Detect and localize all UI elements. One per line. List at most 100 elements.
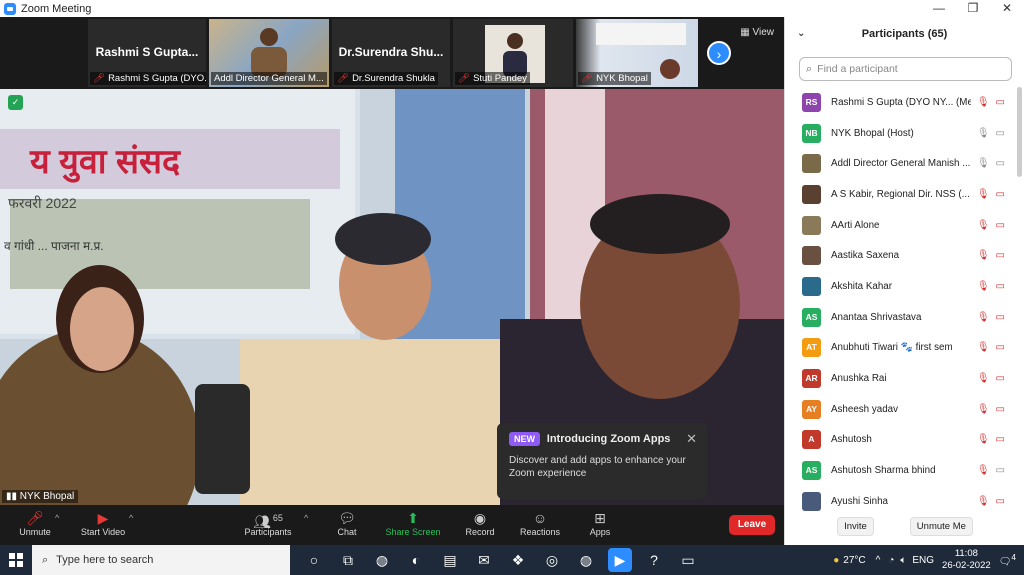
dropbox-icon[interactable]: ❖ bbox=[506, 548, 530, 572]
unmute-me-button[interactable]: Unmute Me bbox=[909, 517, 973, 536]
cortana-icon[interactable]: ○ bbox=[302, 548, 326, 572]
video-off-icon[interactable]: ▭ bbox=[996, 189, 1005, 200]
participants-button[interactable]: 👥︎ 65 Participants bbox=[233, 509, 303, 537]
invite-button[interactable]: Invite bbox=[837, 517, 874, 536]
participant-name: Addl Director General Manish ... bbox=[831, 158, 971, 170]
banner-caption: व गांधी ... पाजना म.प्र. bbox=[4, 239, 104, 253]
participant-row[interactable]: Ayushi Sinha 🎙︎ ▭ bbox=[785, 486, 1017, 511]
mail-icon[interactable]: ✉ bbox=[472, 548, 496, 572]
mic-muted-icon[interactable]: 🎙︎ bbox=[977, 342, 990, 353]
chat-button[interactable]: 💬︎ Chat bbox=[312, 509, 382, 537]
participant-name: Akshita Kahar bbox=[831, 280, 892, 292]
restore-icon[interactable]: ❐ bbox=[956, 0, 990, 17]
clock[interactable]: 11:08 26-02-2022 bbox=[942, 548, 991, 572]
participant-row[interactable]: AS Ashutosh Sharma bhind 🎙︎ ▭ bbox=[785, 455, 1017, 486]
video-off-icon[interactable]: ▭ bbox=[996, 312, 1005, 323]
video-off-icon[interactable]: ▭ bbox=[996, 250, 1005, 261]
video-off-icon[interactable]: ▭ bbox=[996, 404, 1005, 415]
file-explorer-icon[interactable]: ▤ bbox=[438, 548, 462, 572]
participant-row[interactable]: AR Anushka Rai 🎙︎ ▭ bbox=[785, 363, 1017, 394]
video-icon[interactable]: ▭ bbox=[996, 465, 1005, 476]
chrome-icon[interactable]: ◍ bbox=[370, 548, 394, 572]
minimize-icon[interactable]: — bbox=[922, 0, 956, 17]
unmute-button[interactable]: 🎤︎ Unmute bbox=[0, 509, 70, 537]
notes-icon[interactable]: ▭ bbox=[676, 548, 700, 572]
mic-muted-icon[interactable]: 🎙︎ bbox=[977, 250, 990, 261]
participant-search-input[interactable]: ⌕ Find a participant bbox=[799, 57, 1012, 81]
participant-row[interactable]: RS Rashmi S Gupta (DYO NY... (Me) 🎙︎ ▭ bbox=[785, 87, 1017, 118]
volume-icon[interactable]: 🔈︎ bbox=[900, 555, 906, 566]
start-video-button[interactable]: ▶︎ Start Video bbox=[68, 509, 138, 537]
mic-icon[interactable]: 🎙︎ bbox=[977, 158, 990, 169]
edge-icon[interactable]: ◐ bbox=[404, 548, 428, 572]
share-screen-button[interactable]: ⬆︎ Share Screen bbox=[378, 509, 448, 537]
chrome-profile-icon[interactable]: ◍ bbox=[574, 548, 598, 572]
apps-button[interactable]: ⊞ Apps bbox=[565, 509, 635, 537]
video-off-icon[interactable]: ▭ bbox=[996, 281, 1005, 292]
video-off-icon[interactable]: ▭ bbox=[996, 496, 1005, 507]
audio-options-caret[interactable]: ^ bbox=[55, 513, 59, 523]
video-off-icon[interactable]: ▭ bbox=[996, 97, 1005, 108]
participant-row[interactable]: Addl Director General Manish ... 🎙︎ ▭ bbox=[785, 148, 1017, 179]
mic-icon[interactable]: 🎙︎ bbox=[977, 128, 990, 139]
participant-row[interactable]: A Ashutosh 🎙︎ ▭ bbox=[785, 425, 1017, 456]
mic-muted-icon[interactable]: 🎙︎ bbox=[977, 97, 990, 108]
video-icon[interactable]: ▭ bbox=[996, 158, 1005, 169]
help-icon[interactable]: ? bbox=[642, 548, 666, 572]
mic-muted-icon[interactable]: 🎙︎ bbox=[977, 496, 990, 507]
video-tile[interactable]: Rashmi S Gupta... 🎤︎ Rashmi S Gupta (DYO.… bbox=[88, 19, 206, 87]
zoom-taskbar-icon[interactable]: ▶︎ bbox=[608, 548, 632, 572]
video-tile[interactable]: Dr.Surendra Shu... 🎤︎ Dr.Surendra Shukla bbox=[332, 19, 450, 87]
participant-row[interactable]: Akshita Kahar 🎙︎ ▭ bbox=[785, 271, 1017, 302]
participant-row[interactable]: A S Kabir, Regional Dir. NSS (... 🎙︎ ▭ bbox=[785, 179, 1017, 210]
participants-scrollbar[interactable] bbox=[1017, 87, 1022, 177]
tray-chevron-icon[interactable]: ^ bbox=[876, 555, 881, 566]
close-icon[interactable]: ✕ bbox=[990, 0, 1024, 17]
security-shield-icon[interactable]: ✓ bbox=[8, 95, 23, 110]
video-tile[interactable]: Addl Director General M... bbox=[209, 19, 329, 87]
tile-tag: Addl Director General M... bbox=[211, 72, 327, 85]
mic-muted-icon[interactable]: 🎙︎ bbox=[977, 281, 990, 292]
video-options-caret[interactable]: ^ bbox=[129, 513, 133, 523]
mic-muted-icon[interactable]: 🎙︎ bbox=[977, 312, 990, 323]
participant-row[interactable]: Aastika Saxena 🎙︎ ▭ bbox=[785, 240, 1017, 271]
video-icon[interactable]: ▭ bbox=[996, 128, 1005, 139]
mic-muted-icon: 🎤︎ bbox=[93, 73, 106, 84]
video-off-icon[interactable]: ▭ bbox=[996, 434, 1005, 445]
participant-status: 🎙︎ ▭ bbox=[977, 189, 1005, 200]
participant-row[interactable]: AT Anubhuti Tiwari 🐾 first sem 🎙︎ ▭ bbox=[785, 333, 1017, 364]
participant-row[interactable]: AArti Alone 🎙︎ ▭ bbox=[785, 210, 1017, 241]
participant-name: Anubhuti Tiwari 🐾 first sem bbox=[831, 342, 953, 354]
video-tile[interactable]: 🎤︎ NYK Bhopal bbox=[576, 19, 698, 87]
obs-icon[interactable]: ◎ bbox=[540, 548, 564, 572]
mic-muted-icon[interactable]: 🎙︎ bbox=[977, 220, 990, 231]
video-tile[interactable]: 🎤︎ Stuti Pandey bbox=[453, 19, 573, 87]
leave-button[interactable]: Leave bbox=[729, 515, 775, 535]
video-off-icon[interactable]: ▭ bbox=[996, 342, 1005, 353]
participants-options-caret[interactable]: ^ bbox=[304, 513, 308, 523]
chevron-down-icon[interactable]: ⌄ bbox=[797, 28, 805, 39]
participant-status: 🎙︎ ▭ bbox=[977, 220, 1005, 231]
mic-muted-icon[interactable]: 🎙︎ bbox=[977, 373, 990, 384]
next-page-button[interactable]: › bbox=[707, 41, 731, 65]
video-off-icon[interactable]: ▭ bbox=[996, 220, 1005, 231]
weather-temp[interactable]: 27°C bbox=[843, 555, 865, 566]
weather-icon: ● bbox=[833, 554, 840, 566]
taskbar-search-input[interactable]: ⌕ Type here to search bbox=[32, 545, 290, 575]
mic-muted-icon[interactable]: 🎙︎ bbox=[977, 404, 990, 415]
video-off-icon[interactable]: ▭ bbox=[996, 373, 1005, 384]
mic-muted-icon[interactable]: 🎙︎ bbox=[977, 189, 990, 200]
participant-row[interactable]: AS Anantaa Shrivastava 🎙︎ ▭ bbox=[785, 302, 1017, 333]
participant-row[interactable]: NB NYK Bhopal (Host) 🎙︎ ▭ bbox=[785, 118, 1017, 149]
start-button[interactable] bbox=[0, 545, 32, 575]
mic-muted-icon[interactable]: 🎙︎ bbox=[977, 465, 990, 476]
network-icon[interactable]: ◔ bbox=[888, 555, 894, 566]
view-button[interactable]: ▦ View bbox=[740, 27, 774, 38]
popup-close-icon[interactable]: ✕ bbox=[686, 431, 697, 447]
participant-row[interactable]: AY Asheesh yadav 🎙︎ ▭ bbox=[785, 394, 1017, 425]
notification-icon[interactable]: 🗨︎4 bbox=[999, 552, 1016, 567]
zoom-apps-popup: NEW Introducing Zoom Apps ✕ Discover and… bbox=[497, 423, 707, 499]
language-indicator[interactable]: ENG bbox=[912, 555, 934, 566]
mic-muted-icon[interactable]: 🎙︎ bbox=[977, 434, 990, 445]
task-view-icon[interactable]: ⧉ bbox=[336, 548, 360, 572]
